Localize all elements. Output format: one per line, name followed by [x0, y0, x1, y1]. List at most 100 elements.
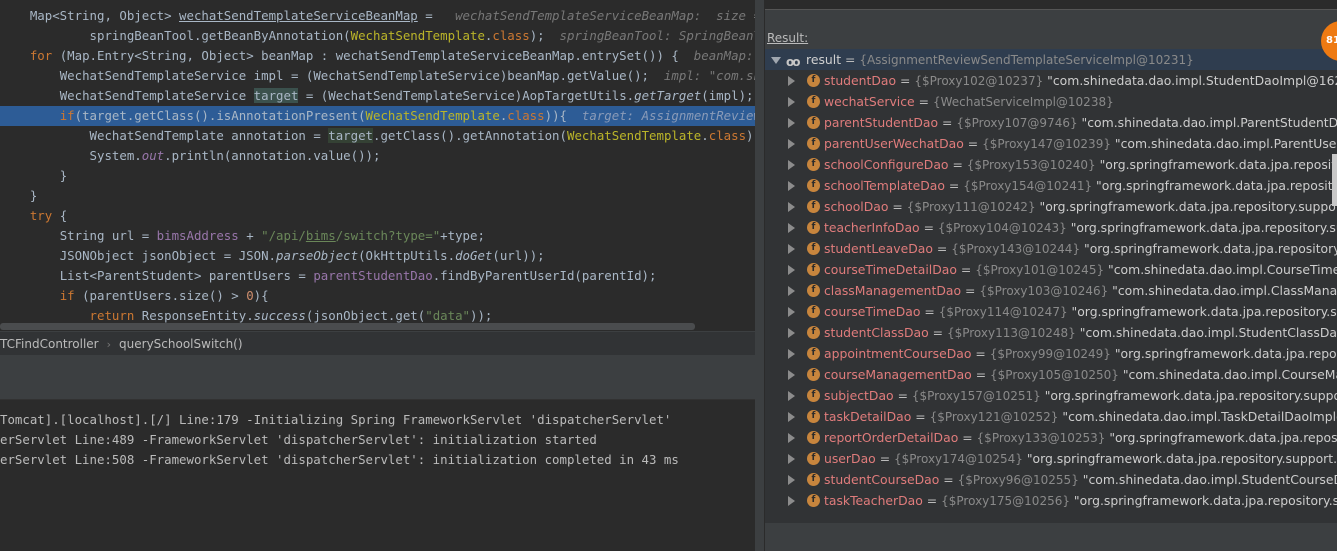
tree-field-node[interactable]: f studentLeaveDao = {$Proxy143@10244} "or… [765, 238, 1337, 259]
object-ref: {$Proxy103@10246} [979, 284, 1109, 298]
console-line: erServlet Line:508 -FrameworkServlet 'di… [0, 452, 679, 467]
field-value: "org.springframework.data.jpa.repository… [1073, 493, 1337, 508]
code-editor[interactable]: Map<String, Object> wechatSendTemplateSe… [0, 0, 755, 330]
expand-right-icon[interactable] [788, 160, 795, 170]
code-line[interactable]: WechatSendTemplate annotation = target.g… [0, 126, 755, 146]
object-ref: {AssignmentReviewSendTemplateServiceImpl… [859, 53, 1194, 67]
tree-field-node[interactable]: f classManagementDao = {$Proxy103@10246} … [765, 280, 1337, 301]
field-icon: f [807, 242, 820, 255]
tree-field-node[interactable]: f userDao = {$Proxy174@10254} "org.spring… [765, 448, 1337, 469]
code-line[interactable]: Map<String, Object> wechatSendTemplateSe… [0, 6, 755, 26]
field-value: "org.springframework.data.jpa.repository… [1039, 199, 1337, 214]
code-line[interactable]: if (parentUsers.size() > 0){ [0, 286, 755, 306]
code-line[interactable]: for (Map.Entry<String, Object> beanMap :… [0, 46, 755, 66]
object-ref: {$Proxy99@10249} [989, 347, 1111, 361]
inline-debug-value: target: AssignmentReviewSe [567, 108, 755, 123]
expand-right-icon[interactable] [788, 454, 795, 464]
expand-right-icon[interactable] [788, 496, 795, 506]
expand-right-icon[interactable] [788, 475, 795, 485]
expand-down-icon[interactable] [771, 57, 781, 64]
code-line[interactable]: } [0, 166, 755, 186]
field-icon: f [807, 158, 820, 171]
field-value: "com.shinedata.dao.impl.StudentDaoImpl@1… [1047, 73, 1337, 88]
code-line[interactable]: springBeanTool.getBeanByAnnotation(Wecha… [0, 26, 755, 46]
breadcrumb-class[interactable]: TCFindController [0, 332, 99, 356]
tree-field-node[interactable]: f subjectDao = {$Proxy157@10251} "org.spr… [765, 385, 1337, 406]
inline-debug-value: springBeanTool: SpringBeanTool [559, 28, 755, 43]
field-icon: f [807, 473, 820, 486]
expand-right-icon[interactable] [788, 139, 795, 149]
expand-right-icon[interactable] [788, 370, 795, 380]
field-name: studentCourseDao [824, 472, 940, 487]
tree-field-node[interactable]: f parentStudentDao = {$Proxy107@9746} "co… [765, 112, 1337, 133]
expand-right-icon[interactable] [788, 286, 795, 296]
field-value: "com.shinedata.dao.impl.CourseManager [1122, 367, 1337, 382]
object-ref: {$Proxy133@10253} [976, 431, 1106, 445]
console-output[interactable]: Tomcat].[localhost].[/] Line:179 -Initia… [0, 400, 755, 551]
code-line[interactable]: WechatSendTemplateService impl = (Wechat… [0, 66, 755, 86]
tree-field-node[interactable]: f appointmentCourseDao = {$Proxy99@10249}… [765, 343, 1337, 364]
field-icon: f [807, 431, 820, 444]
field-name: classManagementDao [824, 283, 962, 298]
expand-right-icon[interactable] [788, 349, 795, 359]
tree-root-node[interactable]: oo result = {AssignmentReviewSendTemplate… [765, 49, 1337, 70]
code-line[interactable]: if(target.getClass().isAnnotationPresent… [0, 106, 755, 126]
editor-horizontal-scrollbar[interactable] [0, 323, 695, 330]
expand-right-icon[interactable] [788, 223, 795, 233]
tree-field-node[interactable]: f studentCourseDao = {$Proxy96@10255} "co… [765, 469, 1337, 490]
expand-right-icon[interactable] [788, 328, 795, 338]
tree-field-node[interactable]: f courseTimeDetailDao = {$Proxy101@10245}… [765, 259, 1337, 280]
tree-field-node[interactable]: f teacherInfoDao = {$Proxy104@10243} "org… [765, 217, 1337, 238]
tree-field-node[interactable]: f taskDetailDao = {$Proxy121@10252} "com.… [765, 406, 1337, 427]
field-icon: f [807, 389, 820, 402]
field-name: courseTimeDetailDao [824, 262, 957, 277]
tree-field-node[interactable]: f reportOrderDetailDao = {$Proxy133@10253… [765, 427, 1337, 448]
code-line[interactable]: WechatSendTemplateService target = (Wech… [0, 86, 755, 106]
field-icon: f [807, 368, 820, 381]
field-name: result [806, 52, 842, 67]
field-name: studentDao [824, 73, 897, 88]
object-ref: {$Proxy154@10241} [963, 179, 1093, 193]
expand-right-icon[interactable] [788, 76, 795, 86]
tree-field-node[interactable]: f courseManagementDao = {$Proxy105@10250}… [765, 364, 1337, 385]
expand-right-icon[interactable] [788, 265, 795, 275]
code-line[interactable]: System.out.println(annotation.value()); [0, 146, 755, 166]
code-line[interactable]: try { [0, 206, 755, 226]
expand-right-icon[interactable] [788, 181, 795, 191]
tree-field-node[interactable]: f schoolConfigureDao = {$Proxy153@10240} … [765, 154, 1337, 175]
tree-field-node[interactable]: f studentClassDao = {$Proxy113@10248} "co… [765, 322, 1337, 343]
code-line[interactable]: JSONObject jsonObject = JSON.parseObject… [0, 246, 755, 266]
tree-field-node[interactable]: f schoolTemplateDao = {$Proxy154@10241} "… [765, 175, 1337, 196]
tree-field-node[interactable]: f parentUserWechatDao = {$Proxy147@10239}… [765, 133, 1337, 154]
expand-right-icon[interactable] [788, 433, 795, 443]
field-value: "com.shinedata.dao.impl.ParentUserWecha [1114, 136, 1337, 151]
object-ref: {WechatServiceImpl@10238} [932, 95, 1114, 109]
expand-right-icon[interactable] [788, 391, 795, 401]
tree-vertical-scrollbar[interactable] [1332, 154, 1337, 206]
result-tree[interactable]: oo result = {AssignmentReviewSendTemplate… [765, 49, 1337, 523]
object-ref: {$Proxy101@10245} [975, 263, 1105, 277]
expand-right-icon[interactable] [788, 97, 795, 107]
panel-divider[interactable] [755, 0, 765, 551]
code-line[interactable]: } [0, 186, 755, 206]
expression-input[interactable] [765, 0, 1337, 10]
expand-right-icon[interactable] [788, 307, 795, 317]
tree-field-node[interactable]: f studentDao = {$Proxy102@10237} "com.shi… [765, 70, 1337, 91]
tree-field-node[interactable]: f taskTeacherDao = {$Proxy175@10256} "org… [765, 490, 1337, 511]
code-line[interactable]: String url = bimsAddress + "/api/bims/sw… [0, 226, 755, 246]
field-icon: f [807, 221, 820, 234]
chevron-right-icon: › [106, 338, 112, 351]
object-ref: {$Proxy96@10255} [957, 473, 1079, 487]
field-name: courseTimeDao [824, 304, 921, 319]
expand-right-icon[interactable] [788, 412, 795, 422]
tree-field-node[interactable]: f wechatService = {WechatServiceImpl@1023… [765, 91, 1337, 112]
expand-right-icon[interactable] [788, 244, 795, 254]
code-line[interactable]: List<ParentStudent> parentUsers = parent… [0, 266, 755, 286]
field-value: "com.shinedata.dao.impl.StudentCourseDao… [1082, 472, 1337, 487]
field-value: "org.springframework.data.jpa.repository… [1096, 178, 1337, 193]
expand-right-icon[interactable] [788, 118, 795, 128]
expand-right-icon[interactable] [788, 202, 795, 212]
tree-field-node[interactable]: f courseTimeDao = {$Proxy114@10247} "org.… [765, 301, 1337, 322]
tree-field-node[interactable]: f schoolDao = {$Proxy111@10242} "org.spri… [765, 196, 1337, 217]
breadcrumb-method[interactable]: querySchoolSwitch() [119, 332, 243, 356]
